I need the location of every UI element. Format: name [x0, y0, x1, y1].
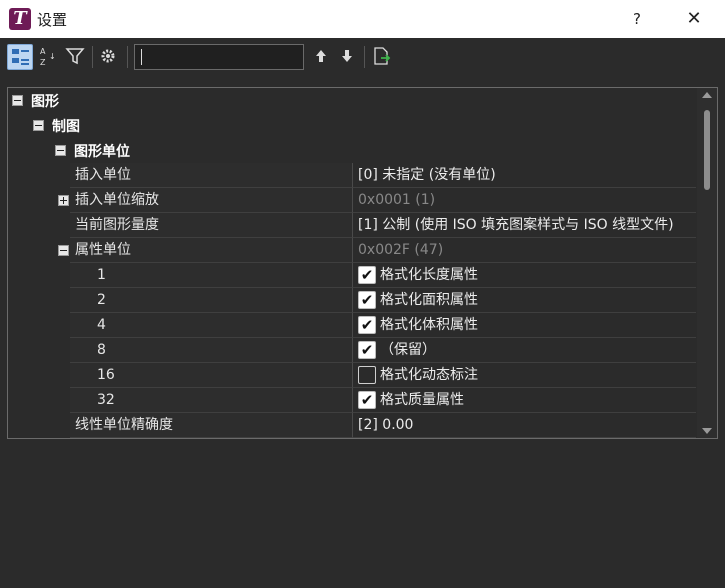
sort-az-icon: A Z ↓ — [40, 47, 56, 67]
toolbar-separator — [127, 46, 128, 68]
tree-subsection-row[interactable]: 图形单位 — [8, 138, 696, 163]
collapse-icon[interactable] — [12, 95, 23, 106]
expand-icon[interactable] — [58, 195, 69, 206]
toolbar-separator — [92, 46, 93, 68]
flag-value[interactable]: ✔ 格式质量属性 — [353, 388, 696, 413]
collapse-icon[interactable] — [33, 120, 44, 131]
gear-icon — [101, 49, 115, 63]
property-row[interactable]: 属性单位 0x002F (47) — [8, 238, 696, 263]
export-icon — [374, 47, 391, 65]
property-panel: 图形 制图 图形单位 插入单位 [0] 未指定 (没有单位) 插入单位缩放 0x… — [7, 87, 718, 439]
property-row[interactable]: 线性单位精确度 [2] 0.00 — [8, 413, 696, 438]
flag-bit: 4 — [70, 313, 353, 338]
scroll-down-icon[interactable] — [702, 428, 712, 434]
checkbox-checked[interactable]: ✔ — [358, 291, 376, 309]
tree-section-row[interactable]: 制图 — [8, 113, 696, 138]
property-row[interactable]: 插入单位缩放 0x0001 (1) — [8, 188, 696, 213]
checkbox-checked[interactable]: ✔ — [358, 391, 376, 409]
flag-bit: 1 — [70, 263, 353, 288]
flag-value[interactable]: ✔ 格式化面积属性 — [353, 288, 696, 313]
checkbox-checked[interactable]: ✔ — [358, 341, 376, 359]
app-logo-icon: T — [9, 8, 31, 30]
toolbar: A Z ↓ — [0, 38, 725, 86]
svg-text:A: A — [40, 47, 46, 56]
flag-value[interactable]: 格式化动态标注 — [353, 363, 696, 388]
property-name: 插入单位 — [70, 163, 353, 188]
property-value[interactable]: [0] 未指定 (没有单位) — [353, 163, 696, 188]
flag-row[interactable]: 2 ✔ 格式化面积属性 — [8, 288, 696, 313]
flag-bit: 16 — [70, 363, 353, 388]
collapse-icon[interactable] — [55, 145, 66, 156]
scroll-thumb[interactable] — [704, 110, 710, 190]
flag-label: （保留） — [380, 342, 436, 358]
toolbar-separator — [364, 46, 365, 68]
title-bar: T 设置 ? ✕ — [0, 0, 725, 38]
move-down-button[interactable] — [335, 44, 361, 70]
tree-subsection-label: 图形单位 — [74, 144, 130, 160]
settings-button[interactable] — [97, 44, 123, 70]
property-value[interactable]: [1] 公制 (使用 ISO 填充图案样式与 ISO 线型文件) — [353, 213, 696, 238]
property-row[interactable]: 插入单位 [0] 未指定 (没有单位) — [8, 163, 696, 188]
property-value[interactable]: [2] 0.00 — [353, 413, 696, 438]
search-input[interactable] — [134, 44, 304, 70]
checkbox-checked[interactable]: ✔ — [358, 316, 376, 334]
filter-button[interactable] — [63, 44, 89, 70]
flag-label: 格式化动态标注 — [380, 367, 478, 383]
vertical-scrollbar[interactable] — [697, 88, 717, 438]
flag-bit: 32 — [70, 388, 353, 413]
flag-row[interactable]: 4 ✔ 格式化体积属性 — [8, 313, 696, 338]
property-row[interactable]: 当前图形量度 [1] 公制 (使用 ISO 填充图案样式与 ISO 线型文件) — [8, 213, 696, 238]
svg-text:↓: ↓ — [49, 52, 56, 61]
flag-row[interactable]: 1 ✔ 格式化长度属性 — [8, 263, 696, 288]
alphabetical-view-button[interactable]: A Z ↓ — [36, 44, 62, 70]
flag-bit: 8 — [70, 338, 353, 363]
flag-value[interactable]: ✔ 格式化长度属性 — [353, 263, 696, 288]
flag-row[interactable]: 8 ✔ （保留） — [8, 338, 696, 363]
help-button[interactable]: ? — [625, 7, 649, 31]
arrow-down-icon — [342, 50, 352, 62]
arrow-up-icon — [316, 50, 326, 62]
filter-icon — [65, 48, 85, 65]
flag-bit: 2 — [70, 288, 353, 313]
flag-label: 格式质量属性 — [380, 392, 464, 408]
tree-section-label: 制图 — [52, 119, 80, 135]
flag-label: 格式化长度属性 — [380, 267, 478, 283]
property-name: 线性单位精确度 — [70, 413, 353, 438]
move-up-button[interactable] — [309, 44, 335, 70]
property-value[interactable]: 0x0001 (1) — [353, 188, 696, 213]
flag-label: 格式化面积属性 — [380, 292, 478, 308]
checkbox-unchecked[interactable] — [358, 366, 376, 384]
flag-label: 格式化体积属性 — [380, 317, 478, 333]
property-name: 插入单位缩放 — [70, 188, 353, 213]
property-name: 当前图形量度 — [70, 213, 353, 238]
scroll-up-icon[interactable] — [702, 92, 712, 98]
tree-root-label: 图形 — [31, 94, 59, 110]
flag-row[interactable]: 16 格式化动态标注 — [8, 363, 696, 388]
property-value[interactable]: 0x002F (47) — [353, 238, 696, 263]
property-name: 属性单位 — [70, 238, 353, 263]
categorized-icon — [12, 49, 29, 65]
text-caret — [141, 49, 142, 65]
close-button[interactable]: ✕ — [680, 7, 708, 31]
checkbox-checked[interactable]: ✔ — [358, 266, 376, 284]
tree-root-row[interactable]: 图形 — [8, 88, 696, 113]
collapse-icon[interactable] — [58, 245, 69, 256]
categorized-view-button[interactable] — [7, 44, 33, 70]
export-button[interactable] — [369, 44, 395, 70]
svg-text:Z: Z — [40, 58, 46, 67]
window-title: 设置 — [37, 11, 68, 29]
flag-value[interactable]: ✔ 格式化体积属性 — [353, 313, 696, 338]
flag-row[interactable]: 32 ✔ 格式质量属性 — [8, 388, 696, 413]
flag-value[interactable]: ✔ （保留） — [353, 338, 696, 363]
